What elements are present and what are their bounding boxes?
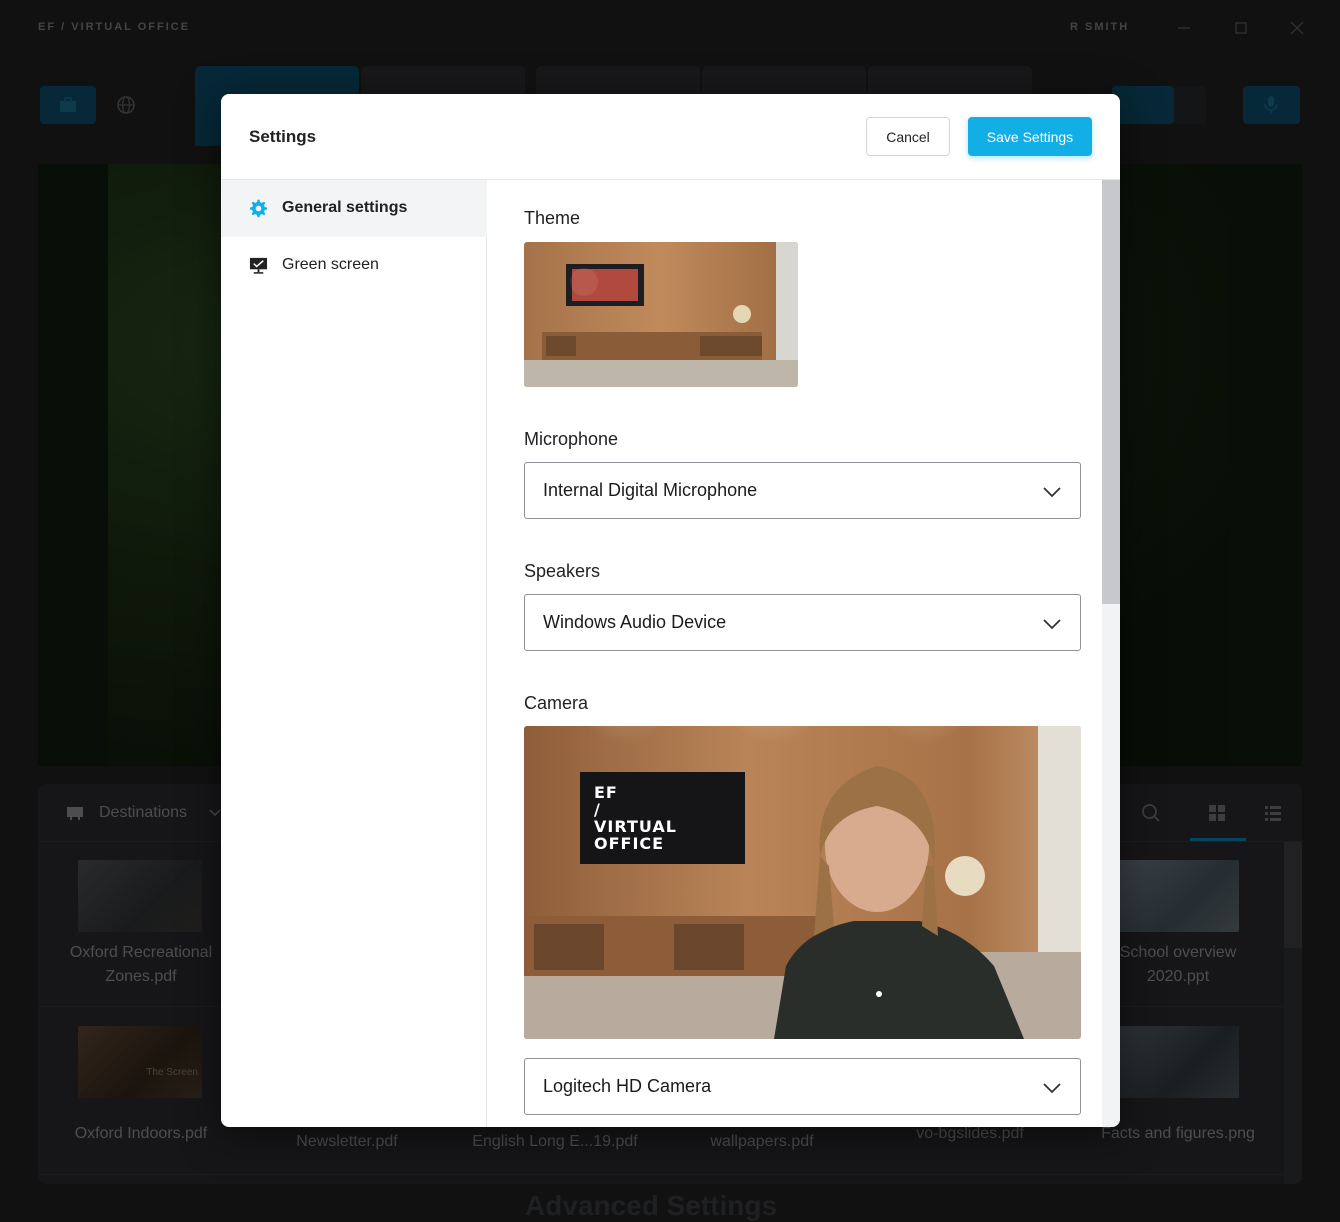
camera-preview: EF / VIRTUAL OFFICE <box>524 726 1081 1039</box>
settings-content: Theme Microphone Internal Digital Microp… <box>488 180 1120 1127</box>
speakers-label: Speakers <box>524 561 601 581</box>
settings-sidebar: General settings Green screen <box>221 180 487 1127</box>
speakers-select-value: Windows Audio Device <box>543 612 727 632</box>
camera-select-value: Logitech HD Camera <box>543 1076 712 1096</box>
theme-label: Theme <box>524 208 581 228</box>
cancel-button[interactable]: Cancel <box>866 117 950 156</box>
screen-text-line: OFFICE <box>594 834 665 853</box>
sidebar-item-label: Green screen <box>282 256 379 273</box>
save-settings-button[interactable]: Save Settings <box>968 117 1092 156</box>
dialog-header: Settings Cancel Save Settings <box>221 94 1120 180</box>
screen-text-line: EF <box>594 783 618 802</box>
theme-preview-image <box>524 242 798 387</box>
microphone-select-value: Internal Digital Microphone <box>543 480 758 500</box>
microphone-select[interactable]: Internal Digital Microphone <box>524 462 1081 519</box>
gear-icon <box>249 199 268 218</box>
dialog-title: Settings <box>249 127 317 146</box>
sidebar-item-label: General settings <box>282 199 408 216</box>
green-screen-icon <box>249 257 268 274</box>
virtual-office-app: EF / VIRTUAL OFFICE R SMITH Destinations <box>0 0 1340 1222</box>
screen-text-line: VIRTUAL <box>594 817 677 836</box>
chevron-down-icon <box>1043 487 1061 498</box>
settings-dialog: Settings Cancel Save Settings General se… <box>221 94 1120 1127</box>
camera-label: Camera <box>524 693 589 713</box>
chevron-down-icon <box>1043 1083 1061 1094</box>
settings-scrollbar[interactable] <box>1102 180 1120 1127</box>
sidebar-item-general-settings[interactable]: General settings <box>221 180 487 237</box>
microphone-label: Microphone <box>524 429 619 449</box>
camera-screen-text: EF / VIRTUAL OFFICE <box>594 784 677 852</box>
camera-select[interactable]: Logitech HD Camera <box>524 1058 1081 1115</box>
screen-text-line: / <box>594 800 601 819</box>
settings-scrollbar-thumb[interactable] <box>1102 180 1120 604</box>
speakers-select[interactable]: Windows Audio Device <box>524 594 1081 651</box>
sidebar-item-green-screen[interactable]: Green screen <box>221 237 487 294</box>
chevron-down-icon <box>1043 619 1061 630</box>
theme-thumbnail[interactable] <box>524 242 798 387</box>
camera-preview-image <box>524 726 1081 1039</box>
